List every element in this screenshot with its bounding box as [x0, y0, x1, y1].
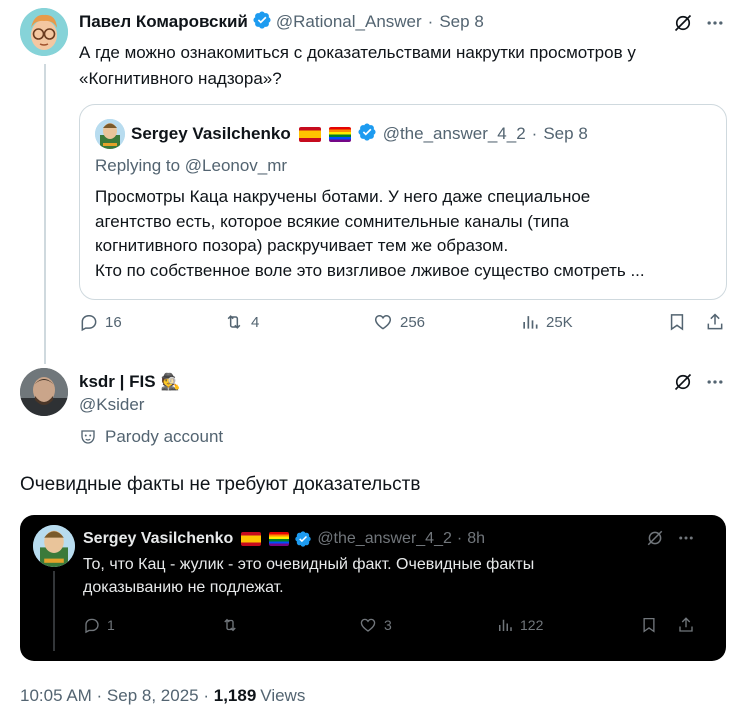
- repost-button[interactable]: 4: [223, 312, 259, 332]
- embedded-more-icon: [677, 529, 695, 552]
- avatar[interactable]: [20, 8, 68, 56]
- embedded-view-count: 122: [520, 617, 544, 633]
- embedded-time: 8h: [467, 530, 485, 547]
- embedded-like-count: 3: [384, 617, 392, 633]
- like-button[interactable]: 256: [372, 312, 425, 332]
- detective-icon: 🕵: [160, 374, 181, 391]
- grok-icon[interactable]: [672, 371, 694, 393]
- tweet-text: Очевидные факты не требуют доказательств: [20, 474, 421, 495]
- rainbow-flag-icon: [328, 126, 351, 142]
- reply-icon: [81, 315, 97, 332]
- quote-avatar[interactable]: [95, 119, 125, 149]
- parody-mask-icon: [79, 428, 97, 446]
- embedded-text-line: доказыванию не подлежат.: [83, 579, 284, 596]
- separator-dot: ·: [456, 530, 463, 547]
- share-button[interactable]: [705, 312, 725, 332]
- quoted-tweet-card[interactable]: Sergey Vasilchenko @the_answer_4_2 · Sep…: [79, 104, 727, 300]
- embedded-like: 3: [358, 616, 392, 634]
- tweet-date[interactable]: Sep 8: [439, 12, 483, 32]
- tweet-text-line: А где можно ознакомиться с доказательств…: [79, 43, 636, 62]
- quote-text-line: когнитивного позора) раскручивает тем же…: [95, 236, 509, 255]
- quote-author-name[interactable]: Sergey Vasilchenko: [131, 124, 291, 144]
- rainbow-flag-icon: [269, 532, 290, 546]
- author-name[interactable]: ksdr | FIS: [79, 372, 156, 392]
- reply-button[interactable]: 16: [79, 312, 122, 332]
- analytics-icon: [499, 619, 512, 631]
- thread-connector-line: [44, 64, 46, 364]
- quote-text-line: Просмотры Каца накручены ботами. У него …: [95, 187, 591, 206]
- avatar[interactable]: [20, 368, 68, 416]
- embedded-avatar: [33, 525, 75, 567]
- analytics-icon: [523, 316, 538, 329]
- parody-account-label: Parody account: [105, 427, 224, 446]
- tweet-text-line: «Когнитивного надзора»?: [79, 69, 282, 88]
- bookmark-button[interactable]: [667, 312, 687, 332]
- share-icon: [707, 313, 723, 330]
- heart-icon: [374, 314, 392, 330]
- author-name[interactable]: Павел Комаровский: [79, 12, 248, 32]
- views-button[interactable]: 25K: [520, 312, 573, 332]
- author-handle[interactable]: @Ksider: [79, 395, 144, 415]
- grok-icon[interactable]: [672, 12, 694, 34]
- bookmark-icon: [670, 314, 684, 331]
- total-view-count: 1,189: [213, 686, 257, 705]
- more-options-icon[interactable]: [704, 371, 726, 393]
- embedded-text-line: То, что Кац - жулик - это очевидный факт…: [83, 556, 535, 573]
- embedded-repost: [220, 616, 240, 634]
- reply-icon: [85, 618, 99, 634]
- embedded-grok-icon: [646, 529, 664, 552]
- tweet-action-bar: 16 4 256 25K: [79, 312, 727, 342]
- like-count: 256: [400, 313, 426, 331]
- embedded-thread-line: [53, 571, 55, 651]
- quote-author-handle: @the_answer_4_2: [382, 124, 526, 143]
- heart-icon: [360, 618, 376, 632]
- repost-icon: [224, 618, 236, 632]
- attached-image[interactable]: Sergey Vasilchenko @the_answer_4_2 · 8h …: [20, 515, 726, 661]
- repost-icon: [227, 315, 241, 329]
- embedded-share-icon: [677, 616, 695, 637]
- separator-dot: ·: [531, 124, 538, 143]
- spain-flag-icon: [298, 126, 321, 142]
- separator-dot: ·: [427, 12, 434, 31]
- repost-count: 4: [251, 313, 260, 331]
- embedded-author-name: Sergey Vasilchenko: [83, 530, 234, 547]
- spain-flag-icon: [241, 532, 262, 546]
- verified-badge-icon: [294, 530, 312, 548]
- view-count: 25K: [546, 313, 573, 331]
- embedded-bookmark-icon: [640, 616, 658, 637]
- quote-date: Sep 8: [543, 124, 588, 143]
- replying-to-label: Replying to @Leonov_mr: [95, 156, 288, 175]
- embedded-author-handle: @the_answer_4_2: [317, 530, 452, 547]
- more-options-icon[interactable]: [704, 12, 726, 34]
- reply-count: 16: [105, 313, 122, 331]
- verified-badge-icon: [357, 122, 377, 147]
- tweet-timestamp[interactable]: 10:05 AM · Sep 8, 2025 ·: [20, 686, 214, 706]
- views-label: Views: [260, 686, 306, 705]
- embedded-views: 122: [496, 616, 543, 634]
- author-handle[interactable]: @Rational_Answer: [276, 12, 422, 32]
- quote-text-line: агентство есть, которое всякие сомнитель…: [95, 211, 569, 231]
- embedded-reply-count: 1: [107, 617, 115, 633]
- embedded-reply: 1: [83, 616, 115, 634]
- quote-text-line: Кто по собственное воле это визгливое лж…: [95, 260, 645, 280]
- verified-badge-icon: [252, 10, 272, 35]
